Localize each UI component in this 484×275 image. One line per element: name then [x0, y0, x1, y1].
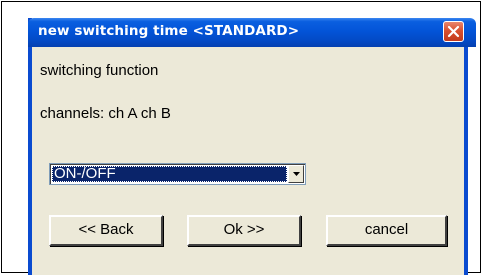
dropdown-selected-value: ON-/OFF	[52, 166, 287, 182]
title-bar[interactable]: new switching time <STANDARD>	[28, 18, 476, 47]
screen: new switching time <STANDARD> switching …	[0, 0, 484, 275]
channels-label: channels: ch A ch B	[40, 105, 171, 122]
dialog-window: new switching time <STANDARD> switching …	[28, 18, 476, 275]
window-title: new switching time <STANDARD>	[38, 23, 300, 39]
cancel-button[interactable]: cancel	[326, 215, 447, 246]
back-button[interactable]: << Back	[49, 215, 163, 246]
dropdown-arrow-button[interactable]	[288, 165, 304, 183]
close-icon	[447, 25, 460, 38]
chevron-down-icon	[293, 172, 300, 176]
switching-function-label: switching function	[40, 62, 159, 79]
switching-function-select[interactable]: ON-/OFF	[49, 163, 306, 185]
close-button[interactable]	[443, 21, 464, 42]
ok-button[interactable]: Ok >>	[187, 215, 301, 246]
